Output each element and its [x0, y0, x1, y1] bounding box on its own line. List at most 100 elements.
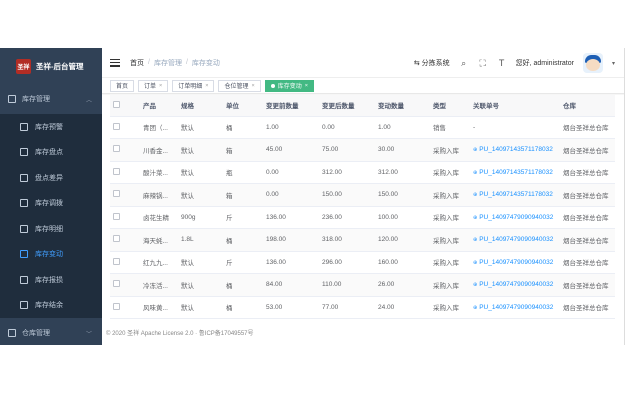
- diff-icon: [20, 173, 28, 182]
- cell-before: 136.00: [263, 251, 319, 274]
- sidebar-item-label: 库存预警: [35, 123, 63, 131]
- link-icon: ⊕: [473, 259, 478, 266]
- checkbox[interactable]: [113, 280, 120, 288]
- select-all-cell[interactable]: [110, 95, 140, 117]
- hamburger-icon[interactable]: [110, 58, 120, 67]
- select-cell[interactable]: [110, 138, 140, 162]
- sidebar-item[interactable]: 库存明细: [0, 216, 102, 242]
- table-row[interactable]: 青团（... 默认桶 1.00 0.00 1.00 销售 - 烟台圣祥总仓库: [110, 116, 615, 139]
- caret-down-icon[interactable]: ▾: [612, 60, 615, 67]
- table-row[interactable]: 川香金... 默认箱 45.00 75.00 30.00 采购入库 ⊕ PU_14097143…: [110, 138, 615, 162]
- checkbox[interactable]: [113, 235, 120, 243]
- cell-change: 1.00: [375, 116, 430, 139]
- tag-label: 仓位管理: [224, 84, 249, 90]
- close-icon[interactable]: ×: [305, 83, 308, 89]
- breadcrumb-separator: /: [185, 59, 188, 66]
- table-row[interactable]: 冷冻活... 默认桶 84.00 110.00 26.00 采购入库 ⊕ PU_1409747…: [110, 273, 615, 297]
- tenant-switch[interactable]: ⇆ 分拣系统: [414, 58, 450, 68]
- column-header: 单位: [223, 95, 263, 117]
- avatar[interactable]: [582, 53, 603, 73]
- tag-item[interactable]: 首页: [110, 79, 135, 92]
- font-size-icon[interactable]: T: [497, 58, 507, 68]
- sidebar-item[interactable]: 库存结余: [0, 293, 102, 319]
- sidebar-item[interactable]: 库存报损: [0, 267, 102, 293]
- table-row[interactable]: 卤花生精 900g 斤 136.00 236.00 100.00 采购入库 ⊕ PU_14097…: [110, 206, 615, 229]
- cell-before: 53.00: [263, 296, 319, 319]
- order-link[interactable]: ⊕ PU_14097143571178032: [473, 191, 553, 198]
- order-link[interactable]: ⊕ PU_14097143571178032: [473, 169, 553, 176]
- cell-spec: 默认: [178, 183, 223, 207]
- cell-order: ⊕ PU_14097143571178032: [470, 138, 560, 162]
- sidebar-item-label: 库存明细: [35, 225, 63, 233]
- select-cell[interactable]: [110, 251, 140, 274]
- sidebar-item[interactable]: 库存变动: [0, 242, 102, 268]
- column-header: 产品: [140, 95, 178, 117]
- order-link[interactable]: ⊕ PU_14097143571178032: [473, 146, 553, 153]
- order-number: PU_14097479090940032: [479, 236, 554, 244]
- link-icon: ⊕: [473, 147, 478, 154]
- fullscreen-icon[interactable]: ⛶: [478, 58, 488, 68]
- close-icon[interactable]: ×: [159, 83, 162, 89]
- checkbox[interactable]: [113, 190, 120, 198]
- select-cell[interactable]: [110, 183, 140, 207]
- order-link[interactable]: ⊕ PU_14097479090940032: [473, 259, 553, 266]
- checkbox[interactable]: [113, 212, 120, 220]
- cell-product: 麻辣锅...: [140, 183, 178, 207]
- table-row[interactable]: 麻辣锅... 默认箱 0.00 150.00 150.00 采购入库 ⊕ PU_1409714…: [110, 183, 615, 207]
- main-content: 产品 规格 单位 变更前数量 变更后数量 变动数量 类型 关联单号 仓库 青团（... 默认桶 1.…: [102, 95, 625, 321]
- link-icon: ⊕: [473, 282, 478, 289]
- cell-order: -: [470, 116, 560, 139]
- cell-spec: 默认: [178, 273, 223, 297]
- select-cell[interactable]: [110, 228, 140, 252]
- sidebar-item[interactable]: 盘点差异: [0, 165, 102, 191]
- tag-item[interactable]: 库存变动 ×: [264, 79, 314, 92]
- table-row[interactable]: 风味黄... 默认桶 53.00 77.00 24.00 采购入库 ⊕ PU_14097479…: [110, 296, 615, 319]
- order-link[interactable]: ⊕ PU_14097479090940032: [473, 214, 553, 221]
- select-cell[interactable]: [110, 206, 140, 229]
- breadcrumb-item[interactable]: 库存管理: [154, 58, 182, 68]
- box-icon: [8, 95, 16, 103]
- checkbox[interactable]: [113, 122, 120, 130]
- checkbox[interactable]: [113, 302, 120, 310]
- cell-spec: 默认: [178, 251, 223, 274]
- close-icon[interactable]: ×: [205, 83, 208, 89]
- cell-type: 采购入库: [430, 138, 470, 162]
- sidebar-group-inventory[interactable]: 库存管理 ︿: [0, 84, 102, 114]
- select-cell[interactable]: [110, 296, 140, 319]
- checkbox[interactable]: [113, 100, 120, 108]
- column-header: 规格: [178, 95, 223, 117]
- checkbox[interactable]: [113, 145, 120, 153]
- order-link[interactable]: ⊕ PU_14097479090940032: [473, 236, 553, 243]
- sidebar-group-warehouse[interactable]: 仓库管理 ﹀: [0, 321, 102, 345]
- breadcrumb-item[interactable]: 首页: [130, 58, 144, 68]
- sidebar-item[interactable]: 库存预警: [0, 114, 102, 140]
- column-header: 变更前数量: [263, 95, 319, 117]
- sidebar-group-label: 库存管理: [22, 96, 50, 103]
- order-number: PU_14097143571178032: [479, 191, 553, 199]
- cell-order: ⊕ PU_14097479090940032: [470, 296, 560, 319]
- table-row[interactable]: 酸汁菜... 默认瓶 0.00 312.00 312.00 采购入库 ⊕ PU_1409714…: [110, 161, 615, 184]
- cell-change: 30.00: [375, 138, 430, 162]
- sidebar-item[interactable]: 库存盘点: [0, 140, 102, 166]
- table-row[interactable]: 海天蚝... 1.8L 桶 198.00 318.00 120.00 采购入库 ⊕ PU_140…: [110, 228, 615, 252]
- cell-before: 0.00: [263, 161, 319, 184]
- loss-icon: [20, 275, 28, 284]
- search-icon[interactable]: ⌕: [459, 58, 469, 68]
- brand[interactable]: 圣祥 圣祥-后台管理: [0, 48, 102, 84]
- select-cell[interactable]: [110, 273, 140, 297]
- sidebar-item[interactable]: 库存调拨: [0, 191, 102, 217]
- select-cell[interactable]: [110, 161, 140, 184]
- tag-item[interactable]: 订单明细 ×: [172, 79, 215, 92]
- table-row[interactable]: 红九九... 默认斤 136.00 296.00 160.00 采购入库 ⊕ PU_14097…: [110, 251, 615, 274]
- tag-item[interactable]: 仓位管理 ×: [218, 79, 261, 92]
- checkbox[interactable]: [113, 167, 120, 175]
- tag-item[interactable]: 订单 ×: [138, 79, 169, 92]
- cell-warehouse: 烟台圣祥总仓库: [560, 183, 615, 207]
- order-link[interactable]: ⊕ PU_14097479090940032: [473, 304, 553, 311]
- close-icon[interactable]: ×: [252, 83, 255, 89]
- checkbox[interactable]: [113, 257, 120, 265]
- order-link[interactable]: ⊕ PU_14097479090940032: [473, 281, 553, 288]
- cell-product: 青团（...: [140, 116, 178, 139]
- cell-unit: 桶: [223, 228, 263, 252]
- select-cell[interactable]: [110, 116, 140, 139]
